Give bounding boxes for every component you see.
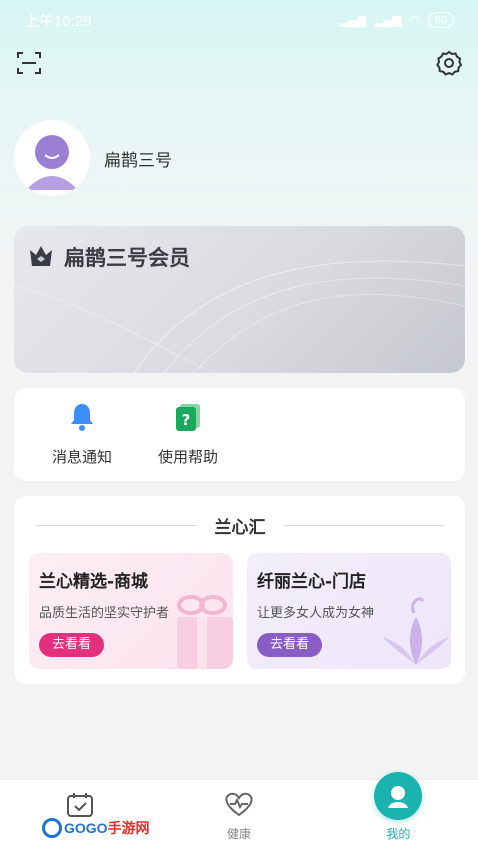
user-icon <box>374 772 423 820</box>
avatar[interactable] <box>14 120 90 196</box>
status-bar: 上午10:29 ▂▄▆ ▂▄▆ ◠ 80 <box>0 0 478 40</box>
watermark-text-cn: 手游网 <box>107 820 150 836</box>
quick-item-help[interactable]: ? 使用帮助 <box>142 388 234 481</box>
tab-label: 健康 <box>226 827 251 841</box>
watermark-logo: GOGO 手游网 <box>42 818 150 838</box>
signal-icon-2: ▂▄▆ <box>374 13 402 27</box>
wifi-icon: ◠ <box>409 13 420 27</box>
scan-icon[interactable] <box>14 48 44 78</box>
quick-item-notifications[interactable]: 消息通知 <box>36 388 128 481</box>
tab-label: 我的 <box>386 827 411 841</box>
watermark-text-en: GOGO <box>64 820 108 836</box>
status-icons: ▂▄▆ ▂▄▆ ◠ 80 <box>339 12 454 28</box>
quick-actions: 消息通知 ? 使用帮助 <box>14 388 465 481</box>
section-header: 兰心汇 <box>36 514 444 538</box>
promo-card-mall[interactable]: 兰心精选-商城 品质生活的坚实守护者 去看看 <box>29 553 233 669</box>
gear-icon[interactable] <box>434 48 464 78</box>
lanxin-section: 兰心汇 兰心精选-商城 品质生活的坚实守护者 去看看 纤丽兰心-门店 让更多女人… <box>14 496 465 684</box>
status-time: 上午10:29 <box>24 12 92 30</box>
quick-item-label: 使用帮助 <box>157 448 218 466</box>
help-book-icon: ? <box>174 402 202 436</box>
signal-icon: ▂▄▆ <box>339 13 367 27</box>
lotus-icon <box>383 597 449 665</box>
tab-health[interactable]: 健康 <box>159 780 318 850</box>
watermark-icon <box>42 818 62 838</box>
bell-icon <box>68 402 96 436</box>
heart-pulse-icon <box>224 791 254 821</box>
divider <box>36 524 197 526</box>
go-see-button[interactable]: 去看看 <box>257 633 323 657</box>
profile-header[interactable]: 扁鹊三号 <box>14 120 172 196</box>
svg-text:?: ? <box>182 411 191 429</box>
username: 扁鹊三号 <box>104 150 172 171</box>
gift-icon <box>177 595 233 669</box>
tab-home[interactable] <box>0 780 159 850</box>
promo-title: 纤丽兰心-门店 <box>257 572 367 592</box>
divider <box>283 524 444 526</box>
promo-card-store[interactable]: 纤丽兰心-门店 让更多女人成为女神 去看看 <box>247 553 451 669</box>
member-title-text: 扁鹊三号会员 <box>64 246 190 270</box>
tab-mine[interactable]: 我的 <box>319 772 478 850</box>
battery-icon: 80 <box>427 12 454 28</box>
member-card[interactable]: 扁鹊三号会员 <box>14 226 465 373</box>
bottom-tab-bar: 健康 我的 <box>0 772 478 850</box>
section-title: 兰心汇 <box>214 517 266 538</box>
quick-item-label: 消息通知 <box>51 448 112 466</box>
member-title: 扁鹊三号会员 <box>28 242 190 272</box>
crown-icon <box>28 243 54 272</box>
go-see-button[interactable]: 去看看 <box>39 633 105 657</box>
top-bar <box>0 46 478 80</box>
